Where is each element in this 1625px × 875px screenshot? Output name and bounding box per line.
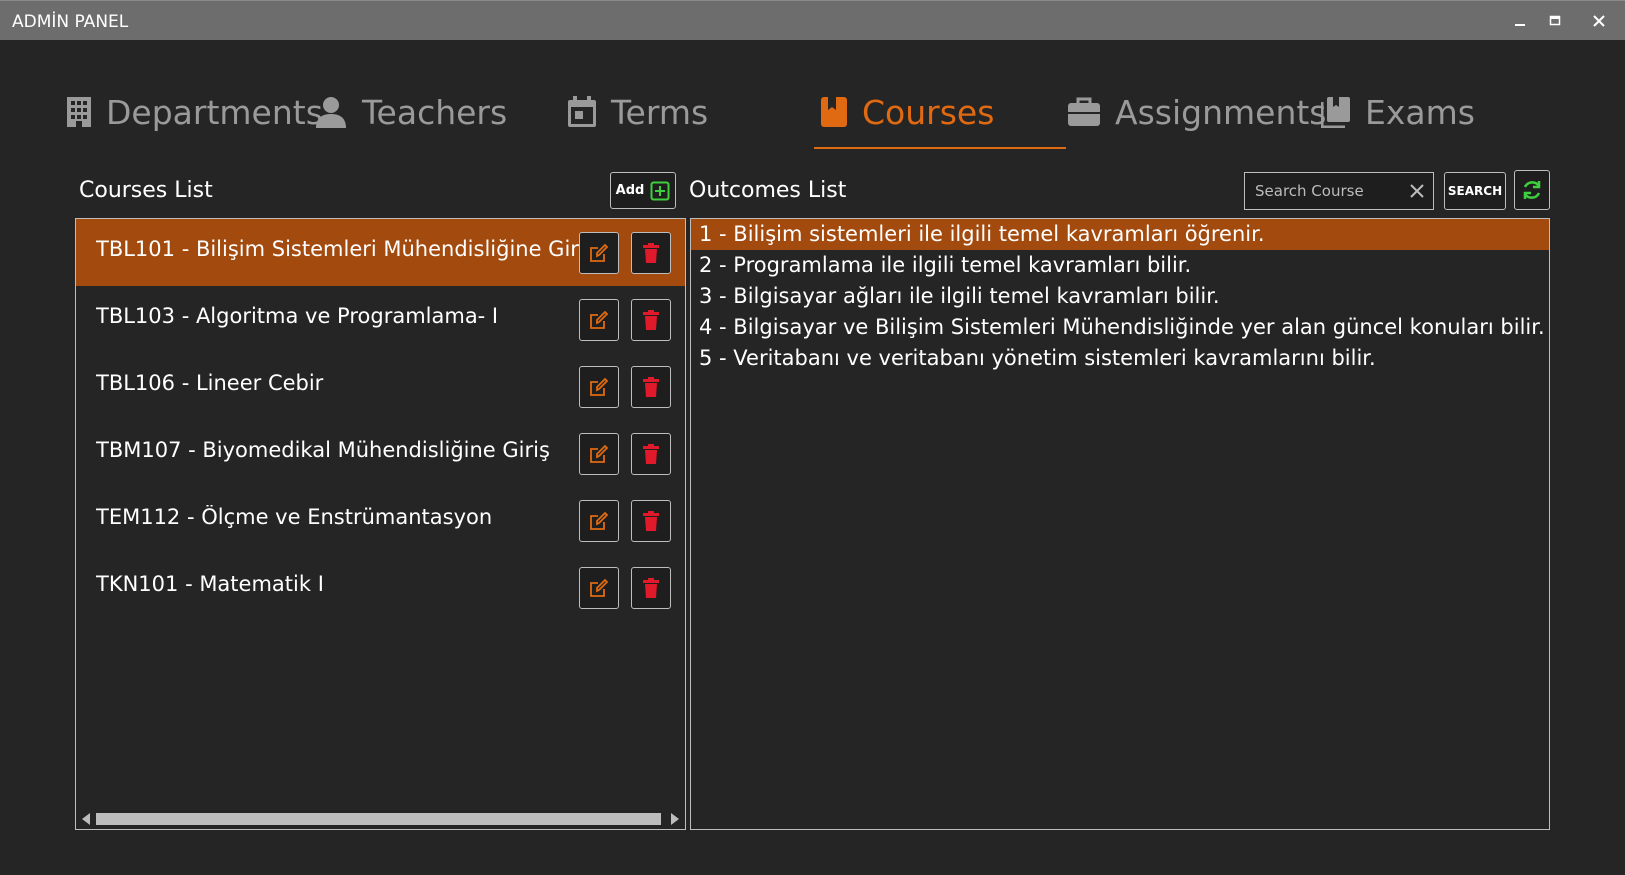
- minimize-button[interactable]: [1508, 9, 1532, 33]
- tab-label: Departments: [106, 92, 323, 132]
- outcome-label: 2 - Programlama ile ilgili temel kavraml…: [699, 253, 1192, 277]
- edit-icon: [590, 310, 609, 329]
- edit-course-button[interactable]: [579, 366, 619, 408]
- outcomes-list: 1 - Bilişim sistemleri ile ilgili temel …: [690, 218, 1550, 830]
- minimize-icon: [1515, 24, 1525, 26]
- tab-label: Assignments: [1115, 92, 1327, 132]
- trash-icon: [643, 243, 659, 263]
- refresh-button[interactable]: [1514, 170, 1550, 210]
- course-row[interactable]: TBL103 - Algoritma ve Programlama- I: [76, 286, 685, 353]
- tab-assignments[interactable]: Assignments: [1067, 74, 1327, 150]
- course-label: TBM107 - Biyomedikal Mühendisliğine Giri…: [96, 438, 550, 462]
- edit-icon: [590, 444, 609, 463]
- delete-course-button[interactable]: [631, 366, 671, 408]
- edit-icon: [590, 377, 609, 396]
- tab-departments[interactable]: Departments: [66, 74, 323, 150]
- trash-icon: [643, 578, 659, 598]
- add-course-button[interactable]: Add: [610, 172, 676, 209]
- edit-course-button[interactable]: [579, 232, 619, 274]
- tab-teachers[interactable]: Teachers: [314, 74, 507, 150]
- active-tab-indicator: [814, 147, 1066, 149]
- close-icon: [1593, 15, 1605, 27]
- edit-course-button[interactable]: [579, 433, 619, 475]
- outcome-label: 5 - Veritabanı ve veritabanı yönetim sis…: [699, 346, 1376, 370]
- edit-icon: [590, 511, 609, 530]
- trash-icon: [643, 511, 659, 531]
- course-row[interactable]: TBM107 - Biyomedikal Mühendisliğine Giri…: [76, 420, 685, 487]
- close-button[interactable]: [1587, 9, 1611, 33]
- delete-course-button[interactable]: [631, 433, 671, 475]
- course-row[interactable]: TBL101 - Bilişim Sistemleri Mühendisliği…: [76, 219, 685, 286]
- trash-icon: [643, 377, 659, 397]
- delete-course-button[interactable]: [631, 500, 671, 542]
- search-box: [1244, 172, 1434, 210]
- outcomes-list-label: Outcomes List: [689, 178, 847, 203]
- books-icon: [1321, 97, 1350, 128]
- scroll-left-icon[interactable]: [82, 813, 90, 825]
- outcome-row[interactable]: 4 - Bilgisayar ve Bilişim Sistemleri Müh…: [691, 312, 1549, 343]
- calendar-icon: [568, 96, 596, 127]
- tab-label: Terms: [611, 92, 709, 132]
- briefcase-icon: [1068, 97, 1100, 126]
- outcome-row[interactable]: 3 - Bilgisayar ağları ile ilgili temel k…: [691, 281, 1549, 312]
- clear-search-button[interactable]: [1407, 181, 1427, 201]
- outcome-row[interactable]: 5 - Veritabanı ve veritabanı yönetim sis…: [691, 343, 1549, 374]
- tab-label: Teachers: [362, 92, 508, 132]
- outcome-label: 1 - Bilişim sistemleri ile ilgili temel …: [699, 222, 1265, 246]
- course-label: TBL103 - Algoritma ve Programlama- I: [96, 304, 499, 328]
- trash-icon: [643, 444, 659, 464]
- courses-list-label: Courses List: [79, 178, 213, 203]
- delete-course-button[interactable]: [631, 299, 671, 341]
- outcome-row[interactable]: 1 - Bilişim sistemleri ile ilgili temel …: [691, 219, 1549, 250]
- course-row[interactable]: TBL106 - Lineer Cebir: [76, 353, 685, 420]
- edit-icon: [590, 243, 609, 262]
- delete-course-button[interactable]: [631, 567, 671, 609]
- edit-icon: [590, 578, 609, 597]
- window-title: ADMİN PANEL: [12, 12, 129, 32]
- add-label: Add: [615, 183, 645, 198]
- scroll-right-icon[interactable]: [671, 813, 679, 825]
- courses-list: TBL101 - Bilişim Sistemleri Mühendisliği…: [75, 218, 686, 830]
- course-row[interactable]: TEM112 - Ölçme ve Enstrümantasyon: [76, 487, 685, 554]
- course-label: TKN101 - Matematik I: [96, 572, 324, 596]
- edit-course-button[interactable]: [579, 299, 619, 341]
- search-button[interactable]: SEARCH: [1444, 172, 1506, 210]
- refresh-icon: [1523, 181, 1541, 199]
- tab-terms[interactable]: Terms: [567, 74, 708, 150]
- trash-icon: [643, 310, 659, 330]
- edit-course-button[interactable]: [579, 500, 619, 542]
- course-label: TEM112 - Ölçme ve Enstrümantasyon: [96, 505, 493, 529]
- bookmark-icon: [821, 97, 847, 127]
- outcome-label: 3 - Bilgisayar ağları ile ilgili temel k…: [699, 284, 1220, 308]
- course-label: TBL106 - Lineer Cebir: [96, 371, 324, 395]
- search-course-input[interactable]: [1245, 173, 1405, 209]
- tab-exams[interactable]: Exams: [1321, 74, 1475, 150]
- course-label: TBL101 - Bilişim Sistemleri Mühendisliği…: [96, 237, 596, 261]
- horizontal-scrollbar[interactable]: [76, 809, 685, 829]
- plus-square-icon: [650, 181, 670, 200]
- tab-courses[interactable]: Courses: [820, 74, 994, 150]
- building-icon: [67, 97, 91, 127]
- title-bar: ADMİN PANEL: [0, 0, 1625, 40]
- maximize-button[interactable]: [1543, 9, 1567, 33]
- tab-label: Courses: [862, 92, 995, 132]
- course-row[interactable]: TKN101 - Matematik I: [76, 554, 685, 621]
- scrollbar-thumb[interactable]: [96, 813, 661, 825]
- delete-course-button[interactable]: [631, 232, 671, 274]
- search-label: SEARCH: [1447, 184, 1503, 198]
- tab-label: Exams: [1365, 92, 1475, 132]
- user-icon: [316, 97, 346, 128]
- outcome-row[interactable]: 2 - Programlama ile ilgili temel kavraml…: [691, 250, 1549, 281]
- clear-icon: [1410, 184, 1424, 198]
- edit-course-button[interactable]: [579, 567, 619, 609]
- outcome-label: 4 - Bilgisayar ve Bilişim Sistemleri Müh…: [699, 315, 1545, 339]
- maximize-icon: [1549, 15, 1561, 26]
